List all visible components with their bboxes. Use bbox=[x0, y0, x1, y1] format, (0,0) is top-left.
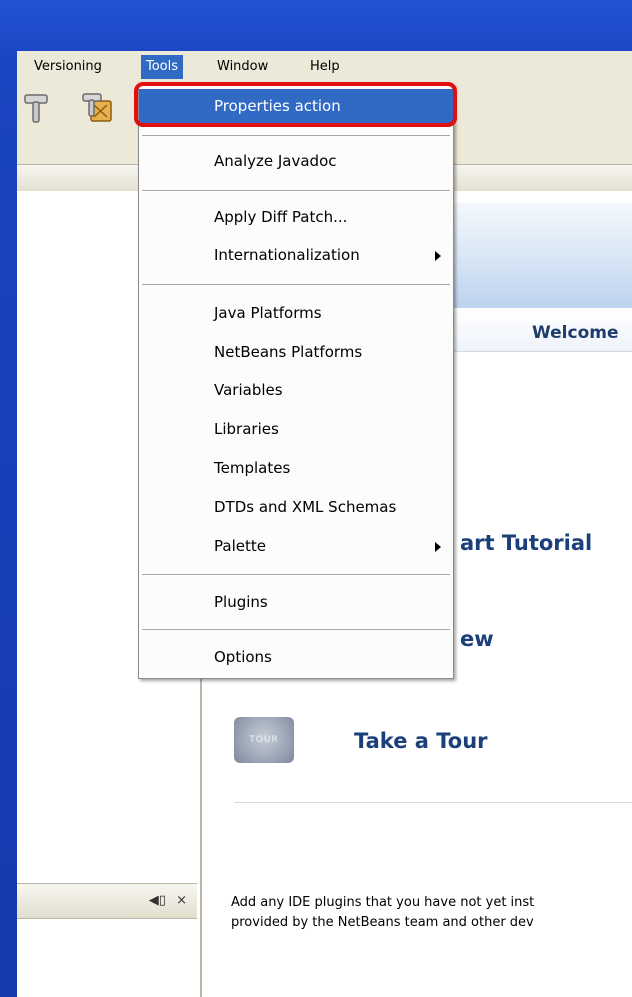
restore-window-icon[interactable]: ◀▯ bbox=[149, 893, 166, 908]
description-line: Add any IDE plugins that you have not ye… bbox=[231, 895, 535, 910]
menu-item-label: Internationalization bbox=[214, 246, 360, 264]
menu-item-templates[interactable]: Templates bbox=[139, 451, 453, 485]
menu-item-label: Libraries bbox=[214, 420, 279, 438]
menu-item-libraries[interactable]: Libraries bbox=[139, 412, 453, 446]
clean-build-icon[interactable] bbox=[81, 91, 115, 125]
menu-item-label: Options bbox=[214, 648, 272, 666]
menu-item-label: Plugins bbox=[214, 593, 268, 611]
menu-tools[interactable]: Tools bbox=[141, 55, 184, 79]
menu-window[interactable]: Window bbox=[212, 55, 273, 79]
menu-item-label: Palette bbox=[214, 537, 266, 555]
menu-item-properties-action[interactable]: Properties action bbox=[139, 89, 453, 123]
menu-item-java-platforms[interactable]: Java Platforms bbox=[139, 296, 453, 330]
submenu-arrow-icon bbox=[435, 542, 441, 552]
welcome-title: Welcome bbox=[532, 323, 619, 343]
menu-item-plugins[interactable]: Plugins bbox=[139, 585, 453, 619]
menu-help[interactable]: Help bbox=[305, 55, 345, 79]
take-a-tour-link[interactable]: Take a Tour bbox=[354, 729, 488, 753]
divider bbox=[234, 802, 632, 803]
plugins-description: Add any IDE plugins that you have not ye… bbox=[231, 893, 632, 933]
menu-item-analyze-javadoc[interactable]: Analyze Javadoc bbox=[139, 144, 453, 178]
menu-separator bbox=[142, 574, 450, 575]
submenu-arrow-icon bbox=[435, 251, 441, 261]
tools-menu: Properties action Analyze Javadoc Apply … bbox=[138, 84, 454, 679]
menu-bar: Versioning Tools Window Help bbox=[17, 51, 632, 84]
menu-item-label: Apply Diff Patch... bbox=[214, 208, 348, 226]
description-line: provided by the NetBeans team and other … bbox=[231, 915, 534, 930]
menu-item-label: Properties action bbox=[214, 97, 341, 115]
menu-item-dtds-xml-schemas[interactable]: DTDs and XML Schemas bbox=[139, 490, 453, 524]
menu-item-apply-diff-patch[interactable]: Apply Diff Patch... bbox=[139, 200, 453, 234]
menu-separator bbox=[142, 135, 450, 136]
menu-item-label: Templates bbox=[214, 459, 291, 477]
menu-item-variables[interactable]: Variables bbox=[139, 373, 453, 407]
menu-item-label: Variables bbox=[214, 381, 283, 399]
menu-item-label: Analyze Javadoc bbox=[214, 152, 337, 170]
menu-separator bbox=[142, 190, 450, 191]
build-hammer-icon[interactable] bbox=[19, 91, 53, 125]
close-icon[interactable]: × bbox=[176, 893, 187, 908]
menu-versioning[interactable]: Versioning bbox=[29, 55, 107, 79]
menu-item-label: Java Platforms bbox=[214, 304, 322, 322]
menu-item-options[interactable]: Options bbox=[139, 640, 453, 674]
navigator-panel-header: ◀▯ × bbox=[17, 883, 197, 919]
menu-separator bbox=[142, 284, 450, 285]
tour-icon: TOUR bbox=[234, 717, 294, 763]
menu-item-label: DTDs and XML Schemas bbox=[214, 498, 397, 516]
menu-separator bbox=[142, 629, 450, 630]
menu-item-label: NetBeans Platforms bbox=[214, 343, 363, 361]
menu-item-internationalization[interactable]: Internationalization bbox=[139, 238, 453, 272]
menu-item-netbeans-platforms[interactable]: NetBeans Platforms bbox=[139, 335, 453, 369]
quick-start-tutorial-link[interactable]: art Tutorial bbox=[460, 531, 592, 555]
whats-new-link[interactable]: ew bbox=[460, 627, 494, 651]
menu-item-palette[interactable]: Palette bbox=[139, 529, 453, 563]
